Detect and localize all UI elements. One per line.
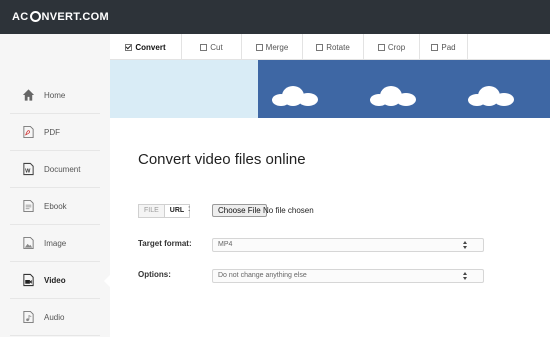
- tab-label: Crop: [387, 42, 406, 52]
- logo-cycle-icon: [29, 11, 41, 22]
- sidebar-item-label: Ebook: [44, 201, 67, 211]
- sidebar-item-label: Audio: [44, 312, 65, 322]
- sidebar-item-audio[interactable]: Audio: [10, 299, 100, 336]
- cloud-icon: [370, 86, 416, 106]
- tab-label: Cut: [210, 42, 223, 52]
- tab-pad[interactable]: Pad: [420, 34, 468, 60]
- checkbox-icon: [316, 43, 324, 51]
- sidebar-item-image[interactable]: Image: [10, 225, 100, 262]
- video-icon: [23, 273, 34, 287]
- active-pointer: [104, 274, 111, 288]
- page-title: Convert video files online: [138, 151, 306, 168]
- home-icon: [22, 89, 35, 101]
- file-status: No file chosen: [263, 206, 314, 215]
- target-format-value: MP4: [218, 241, 233, 248]
- tab-crop[interactable]: Crop: [364, 34, 420, 60]
- select-arrows-icon: [463, 241, 468, 249]
- image-icon: [23, 236, 34, 250]
- site-logo[interactable]: AC NVERT.COM: [12, 11, 109, 23]
- sidebar-item-pdf[interactable]: PDF: [10, 114, 100, 151]
- target-format-select[interactable]: MP4: [212, 238, 484, 252]
- tab-convert[interactable]: Convert: [110, 34, 182, 60]
- choose-file-button[interactable]: Choose File: [212, 204, 267, 217]
- source-colon: :: [188, 204, 191, 213]
- sidebar-item-label: Video: [44, 275, 66, 285]
- word-document-icon: W: [23, 162, 34, 176]
- checkbox-checked-icon: [125, 43, 133, 51]
- banner-left: [110, 60, 258, 118]
- target-format-label: Target format:: [138, 239, 192, 248]
- select-arrows-icon: [463, 272, 468, 280]
- logo-suffix: NVERT.COM: [41, 11, 109, 23]
- sidebar-item-video[interactable]: Video: [10, 262, 100, 299]
- tab-merge[interactable]: Merge: [242, 34, 303, 60]
- tab-label: Merge: [265, 42, 289, 52]
- checkbox-icon: [377, 43, 385, 51]
- ebook-icon: [23, 199, 34, 213]
- tab-label: Rotate: [326, 42, 350, 52]
- tab-label: Pad: [441, 42, 456, 52]
- sidebar-item-label: PDF: [44, 127, 60, 137]
- sidebar-item-ebook[interactable]: Ebook: [10, 188, 100, 225]
- source-toggle: FILE URL: [138, 204, 191, 218]
- audio-icon: [23, 310, 34, 324]
- logo-prefix: AC: [12, 11, 29, 23]
- sidebar-item-document[interactable]: W Document: [10, 151, 100, 188]
- sidebar-item-label: Document: [44, 164, 81, 174]
- checkbox-icon: [431, 43, 439, 51]
- file-source-option[interactable]: FILE: [139, 205, 165, 217]
- checkbox-icon: [200, 43, 208, 51]
- cloud-icon: [468, 86, 514, 106]
- sidebar-item-home[interactable]: Home: [10, 77, 100, 114]
- options-value: Do not change anything else: [218, 272, 307, 279]
- tab-cut[interactable]: Cut: [182, 34, 242, 60]
- sidebar-item-label: Home: [44, 90, 66, 100]
- pdf-icon: [23, 125, 34, 139]
- tool-tabs: Convert Cut Merge Rotate Crop Pad: [110, 34, 550, 60]
- tab-rotate[interactable]: Rotate: [303, 34, 364, 60]
- svg-text:W: W: [25, 169, 31, 175]
- banner-right: [258, 60, 550, 118]
- options-label: Options:: [138, 270, 171, 279]
- url-source-option[interactable]: URL: [164, 205, 190, 217]
- cloud-icon: [272, 86, 318, 106]
- checkbox-icon: [255, 43, 263, 51]
- tab-label: Convert: [135, 42, 166, 52]
- top-bar: AC NVERT.COM: [0, 0, 550, 34]
- sidebar-item-label: Image: [44, 238, 67, 248]
- options-select[interactable]: Do not change anything else: [212, 269, 484, 283]
